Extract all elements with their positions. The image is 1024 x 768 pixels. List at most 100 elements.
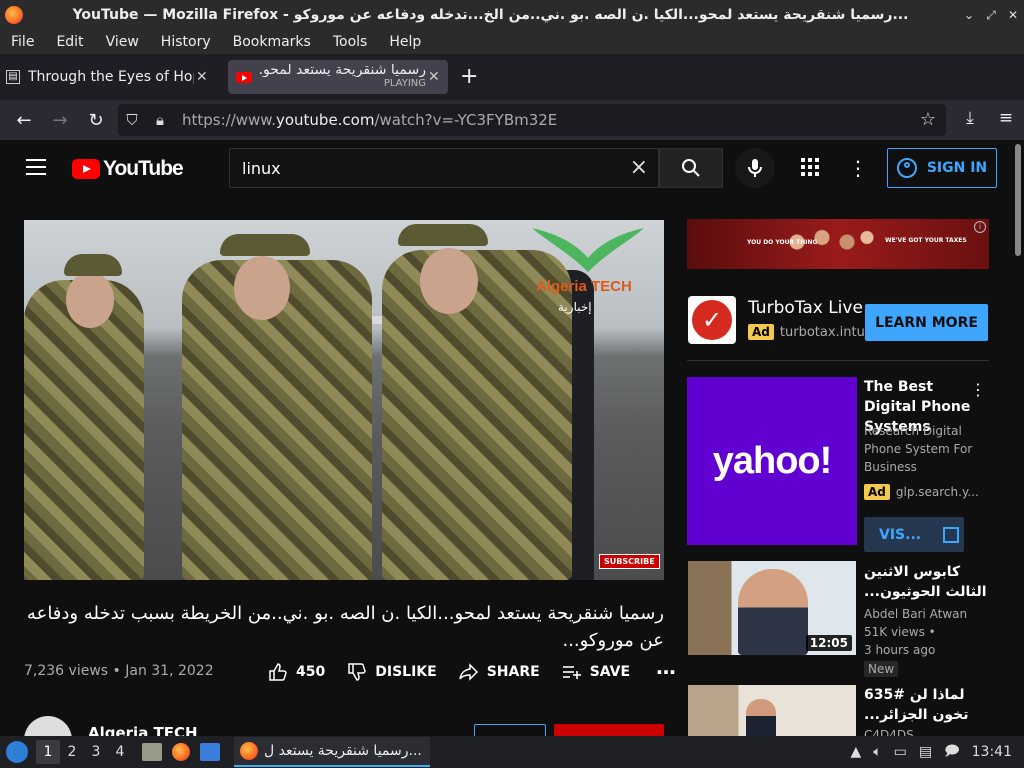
share-button[interactable]: SHARE [458, 662, 540, 682]
workspace-3[interactable]: 3 [84, 744, 108, 760]
tab-label: Through the Eyes of Hope [28, 69, 194, 85]
divider [687, 360, 989, 361]
notification-icon[interactable]: 🗩︎ [944, 740, 960, 764]
scroll-icon[interactable]: ▲ [850, 744, 861, 760]
tab-close-icon[interactable]: ✕ [196, 69, 208, 85]
ad-domain: turbotax.intu... [779, 324, 878, 340]
window-titlebar: YouTube — Mozilla Firefox - رسميا شنقريح… [0, 0, 1024, 30]
upload-date: Jan 31, 2022 [125, 663, 214, 679]
taskbar: 1 2 3 4 رسميا شنقريحة يستعد ل... ▲ 🔈︎ ▭ … [0, 736, 1024, 768]
page-icon: ▤ [6, 70, 20, 84]
more-actions-icon[interactable]: ⋯ [656, 660, 676, 684]
workspace-2[interactable]: 2 [60, 744, 84, 760]
new-tab-icon[interactable]: + [460, 64, 478, 89]
start-menu-icon[interactable] [6, 741, 28, 763]
tab-bar: ▤ Through the Eyes of Hope ✕ رسميا شنقري… [0, 54, 1024, 100]
thumbs-up-icon [269, 663, 287, 681]
new-badge: New [864, 661, 899, 677]
checkmark-icon: ✓ [692, 300, 732, 340]
maximize-icon[interactable]: ⤢ [980, 8, 1002, 23]
tab-close-icon[interactable]: ✕ [428, 69, 440, 85]
menu-help[interactable]: Help [389, 34, 421, 50]
shield-icon[interactable]: ⛉ [118, 111, 146, 129]
microphone-icon [748, 159, 762, 177]
subscribe-watermark: SUBSCRIBE [599, 554, 660, 569]
share-icon [458, 663, 478, 681]
url-text: https://www.youtube.com/watch?v=-YC3FYBm… [182, 111, 558, 129]
advertiser-name[interactable]: TurboTax Live [748, 298, 863, 318]
search-button[interactable] [659, 148, 723, 188]
settings-kebab-icon[interactable]: ⋮ [848, 156, 868, 180]
apps-grid-icon[interactable] [801, 158, 819, 176]
search-input[interactable]: linux × [229, 148, 659, 188]
bookmark-star-icon[interactable]: ☆ [920, 109, 936, 130]
firefox-launcher-icon[interactable] [172, 743, 190, 761]
ad-options-kebab-icon[interactable]: ⋮ [970, 380, 986, 399]
recommended-video-title[interactable]: كابوس الاثنين الثالث الحوثيون... [864, 562, 994, 602]
youtube-logo[interactable]: YouTube [72, 157, 184, 181]
external-link-icon [943, 526, 960, 543]
menu-view[interactable]: View [106, 34, 139, 50]
menu-edit[interactable]: Edit [56, 34, 83, 50]
recommended-views: 51K views • [864, 625, 936, 639]
ad-info-icon[interactable]: i [974, 221, 986, 233]
window-title: YouTube — Mozilla Firefox - رسميا شنقريح… [72, 7, 909, 23]
playlist-add-icon [562, 666, 581, 679]
volume-icon[interactable]: 🔈︎ [873, 744, 881, 760]
video-thumbnail[interactable]: 12:05 [688, 561, 856, 655]
sign-in-button[interactable]: SIGN IN [887, 148, 997, 188]
video-thumbnail[interactable] [688, 685, 856, 737]
dislike-button[interactable]: DISLIKE [347, 662, 437, 682]
video-actions: 450 DISLIKE SHARE SAVE ⋯ [268, 660, 676, 684]
yahoo-ad-thumbnail[interactable]: yahoo! [687, 377, 857, 545]
taskbar-window-firefox[interactable]: رسميا شنقريحة يستعد ل... [234, 737, 430, 767]
video-player[interactable]: Algeria TECH إخبارية SUBSCRIBE [24, 220, 664, 580]
channel-watermark-logo-icon [532, 228, 644, 272]
desktop-icon[interactable] [200, 743, 220, 761]
like-button[interactable]: 450 [268, 662, 325, 682]
workspace-4[interactable]: 4 [108, 744, 132, 760]
display-icon[interactable]: ▭ [894, 744, 907, 760]
youtube-header: YouTube linux × ⋮ SIGN IN [0, 140, 1012, 196]
clear-search-icon[interactable]: × [630, 155, 648, 180]
address-bar[interactable]: ⛉ 🔒︎ https://www.youtube.com/watch?v=-YC… [118, 104, 946, 136]
back-icon[interactable]: ← [6, 110, 42, 131]
menu-bar: File Edit View History Bookmarks Tools H… [0, 30, 1024, 54]
menu-tools[interactable]: Tools [333, 34, 368, 50]
app-menu-icon[interactable]: ≡ [988, 108, 1024, 128]
menu-hamburger-icon[interactable] [26, 159, 46, 175]
ad-badge: Ad [864, 484, 890, 500]
channel-watermark-subtitle: إخبارية [558, 300, 592, 314]
save-button[interactable]: SAVE [562, 662, 630, 682]
tab-youtube-active[interactable]: رسميا شنقريحة يستعد لمحو... PLAYING ✕ [228, 60, 448, 94]
firefox-icon [240, 742, 258, 760]
clipboard-icon[interactable]: ▤ [919, 744, 932, 760]
lock-icon[interactable]: 🔒︎ [146, 111, 174, 129]
recommended-video-title[interactable]: لماذا لن #635 تخون الجزائر... [864, 685, 994, 725]
ad-banner[interactable]: YOU DO YOUR THING WE'VE GOT YOUR TAXES [687, 219, 989, 269]
forward-icon[interactable]: → [42, 110, 78, 131]
clock[interactable]: 13:41 [972, 744, 1012, 760]
tab-label: رسميا شنقريحة يستعد لمحو... [258, 64, 426, 77]
close-icon[interactable]: ✕ [1002, 8, 1024, 22]
workspace-1[interactable]: 1 [36, 740, 60, 764]
firefox-icon [5, 6, 23, 24]
menu-bookmarks[interactable]: Bookmarks [233, 34, 311, 50]
learn-more-button[interactable]: LEARN MORE [865, 304, 988, 341]
menu-file[interactable]: File [11, 34, 34, 50]
recommended-channel: C4D4DS [864, 728, 914, 736]
system-tray: ▲ 🔈︎ ▭ ▤ 🗩︎ 13:41 [850, 736, 1024, 768]
minimize-icon[interactable]: ⌄ [958, 8, 980, 22]
turbotax-logo[interactable]: ✓ [688, 296, 736, 344]
reload-icon[interactable]: ↻ [78, 110, 114, 131]
page-scrollbar[interactable] [1012, 140, 1024, 736]
download-icon[interactable]: ⤓ [952, 108, 988, 128]
visit-site-button[interactable]: VIS... [864, 517, 964, 552]
tab-through-the-eyes[interactable]: ▤ Through the Eyes of Hope ✕ [6, 60, 216, 94]
file-manager-icon[interactable] [142, 743, 162, 761]
voice-search-button[interactable] [735, 148, 775, 188]
menu-history[interactable]: History [161, 34, 211, 50]
channel-watermark: Algeria TECH [536, 278, 632, 295]
banner-text-right: WE'VE GOT YOUR TAXES [885, 237, 967, 244]
ad-description: Research Digital Phone System For Busine… [864, 424, 973, 474]
